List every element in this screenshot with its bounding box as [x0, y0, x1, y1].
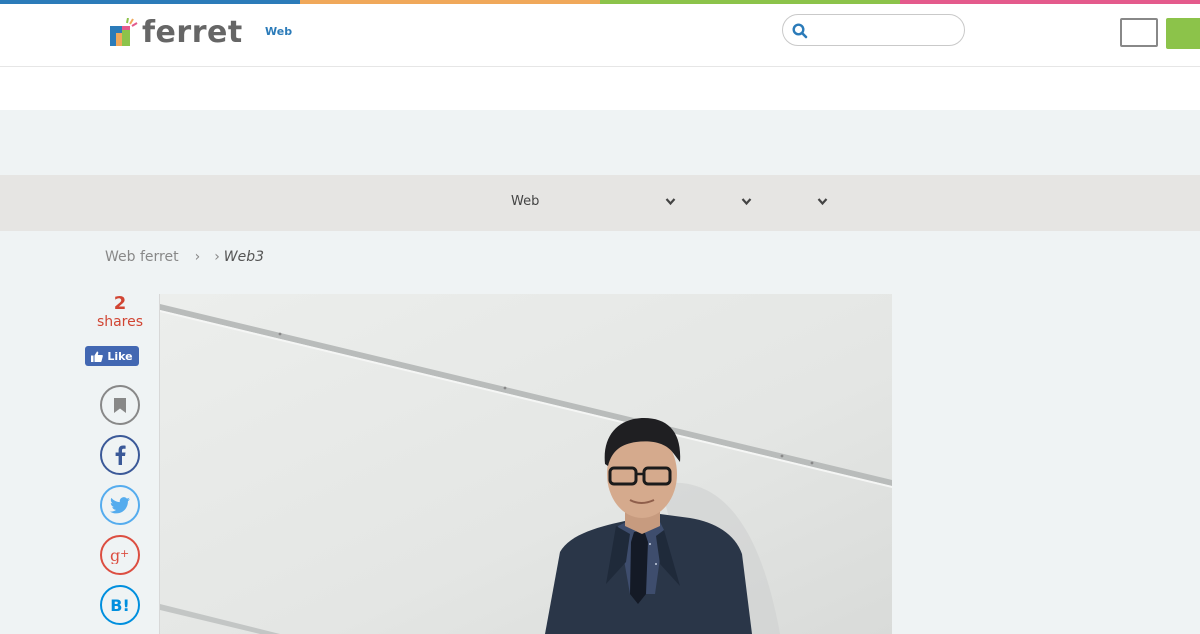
- google-plus-icon: g +: [110, 546, 129, 564]
- share-count-label: shares: [96, 314, 144, 330]
- svg-text:+: +: [120, 547, 129, 560]
- breadcrumb-current: Web3: [223, 249, 265, 265]
- share-count: 2: [113, 293, 127, 314]
- site-subtitle: Web: [265, 25, 293, 38]
- twitter-icon: [110, 496, 130, 513]
- breadcrumb: Web ferret › › Web3: [105, 249, 264, 265]
- nav-item-web[interactable]: Web: [511, 194, 539, 209]
- breadcrumb-separator-icon: ›: [214, 249, 220, 265]
- breadcrumb-separator-icon: ›: [194, 249, 201, 265]
- share-counter: 2 shares: [96, 293, 144, 331]
- hatena-bookmark-icon: B!: [110, 595, 130, 615]
- twitter-share-button[interactable]: [100, 485, 140, 525]
- google-plus-share-button[interactable]: g +: [100, 535, 140, 575]
- search-box[interactable]: [782, 14, 965, 46]
- article-hero-image: [159, 294, 892, 634]
- search-input[interactable]: [815, 20, 959, 42]
- category-nav: Web: [0, 175, 1200, 231]
- site-logo-text: ferret: [142, 15, 243, 50]
- hatena-bookmark-share-button[interactable]: B!: [100, 585, 140, 625]
- nav-dropdown-3-chevron-down-icon[interactable]: [817, 197, 828, 206]
- man-in-suit-photo: [160, 294, 892, 634]
- login-button[interactable]: [1120, 18, 1158, 47]
- site-logo[interactable]: ferret: [108, 16, 243, 50]
- facebook-like-button[interactable]: Like: [85, 346, 139, 366]
- breadcrumb-home-link[interactable]: Web ferret: [105, 249, 179, 265]
- bookmark-icon: [114, 397, 126, 413]
- svg-text:g: g: [110, 546, 120, 564]
- facebook-icon: [115, 445, 126, 465]
- thumbs-up-icon: [91, 351, 104, 362]
- like-button-label: Like: [107, 349, 133, 363]
- signup-button[interactable]: [1166, 18, 1200, 49]
- ferret-logo-mark-icon: [108, 17, 138, 48]
- facebook-share-button[interactable]: [100, 435, 140, 475]
- search-icon[interactable]: [792, 23, 808, 39]
- nav-dropdown-1-chevron-down-icon[interactable]: [665, 197, 676, 206]
- nav-dropdown-2-chevron-down-icon[interactable]: [741, 197, 752, 206]
- site-header: ferret Web: [0, 4, 1200, 67]
- bookmark-button[interactable]: [100, 385, 140, 425]
- header-spacer-band: [0, 67, 1200, 110]
